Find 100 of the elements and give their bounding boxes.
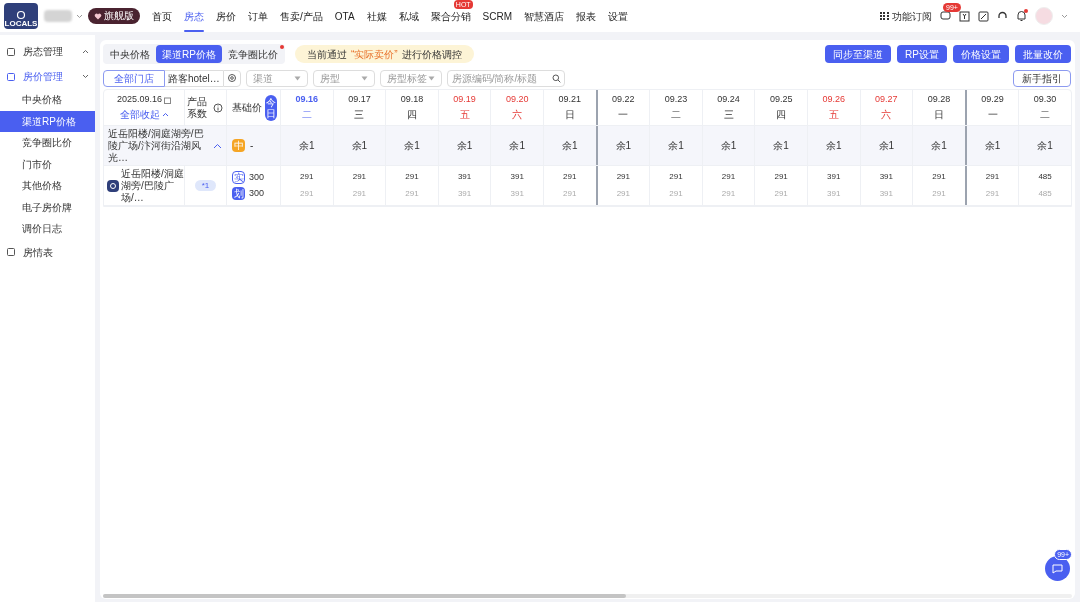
stock-count: 余1 xyxy=(299,139,315,153)
day-date: 09.27 xyxy=(875,93,898,107)
sidebar-subitem[interactable]: 中央价格 xyxy=(0,89,95,111)
today-button[interactable]: 今日 xyxy=(265,94,277,121)
sidebar-subitem[interactable]: 竞争圈比价 xyxy=(0,132,95,154)
settings-icon[interactable] xyxy=(226,73,237,83)
guide-button[interactable]: 新手指引 xyxy=(1013,69,1071,87)
nav-tab[interactable]: 报表 xyxy=(570,9,603,23)
day-date: 09.25 xyxy=(769,93,793,107)
heart-icon xyxy=(94,12,102,20)
day-date: 09.21 xyxy=(558,93,582,107)
actual-price: 485 xyxy=(1038,171,1052,183)
sidebar-subitem[interactable]: 电子房价牌 xyxy=(0,196,95,218)
sidebar-item[interactable]: 房价管理 xyxy=(0,64,95,89)
action-button[interactable]: 同步至渠道 xyxy=(825,45,892,63)
nav-tab[interactable]: 社媒 xyxy=(360,9,393,23)
subscribe-link[interactable]: 功能订阅 xyxy=(892,8,932,24)
day-date: 09.24 xyxy=(717,93,740,107)
chevron-down-icon[interactable] xyxy=(76,13,83,19)
chevron-icon[interactable] xyxy=(213,142,222,149)
bell-icon[interactable] xyxy=(1016,10,1027,22)
price-type-tag: 划 xyxy=(232,187,245,201)
account-name-blurred xyxy=(44,10,72,22)
sidebar-subitem[interactable]: 其他价格 xyxy=(0,175,95,197)
price-tab[interactable]: 竞争圈比价 xyxy=(221,45,284,63)
stock-count: 余1 xyxy=(720,139,737,153)
chevron-up-icon xyxy=(161,111,169,117)
caret-icon xyxy=(427,75,435,81)
actual-price: 291 xyxy=(616,171,631,183)
store-select[interactable]: 路客hotel… xyxy=(165,69,223,87)
day-weekday: 五 xyxy=(459,107,470,122)
sidebar-subitem[interactable]: 门市价 xyxy=(0,153,95,175)
column-header: 产品系数 xyxy=(187,95,208,120)
sidebar-subitem[interactable]: 调价日志 xyxy=(0,218,95,240)
menu-item-icon xyxy=(6,247,16,257)
edit-icon[interactable] xyxy=(978,10,989,22)
day-weekday: 三 xyxy=(723,107,734,122)
search-field[interactable]: 房源编码/简称/标题 xyxy=(446,69,565,87)
base-price: 300 xyxy=(249,170,265,184)
nav-tab[interactable]: OTA xyxy=(328,9,361,23)
day-date: 09.20 xyxy=(505,93,529,107)
day-weekday: 二 xyxy=(670,107,681,122)
day-date: 09.29 xyxy=(981,93,1004,107)
tag-badge: 中 xyxy=(232,139,245,152)
caret-icon xyxy=(360,75,368,81)
day-weekday: 六 xyxy=(512,107,523,122)
price-tab[interactable]: 中央价格 xyxy=(104,45,156,63)
plan-badge: 旗舰版 xyxy=(88,8,140,24)
sidebar-item[interactable]: 房态管理 xyxy=(0,39,95,64)
price-tab[interactable]: 渠道RP价格 xyxy=(156,45,222,63)
nav-tab[interactable]: SCRM xyxy=(476,9,519,23)
actual-price: 391 xyxy=(457,171,472,183)
day-date: 09.28 xyxy=(927,93,951,107)
day-date: 09.19 xyxy=(453,93,476,107)
grid-icon[interactable] xyxy=(880,12,889,20)
chat-button[interactable] xyxy=(1045,556,1070,581)
calendar-icon[interactable] xyxy=(164,96,171,104)
nav-tab[interactable]: 设置 xyxy=(602,9,635,23)
sidebar-item[interactable]: 房情表 xyxy=(0,239,95,265)
strike-price: 291 xyxy=(300,188,314,200)
day-weekday: 四 xyxy=(776,107,787,122)
stock-count: 余1 xyxy=(562,139,578,153)
collapse-all-link[interactable]: 全部收起 xyxy=(119,106,160,122)
nav-tab[interactable]: 房态 xyxy=(178,9,210,23)
day-weekday: 四 xyxy=(407,107,417,122)
actual-price: 391 xyxy=(827,171,841,183)
store-all-button[interactable]: 全部门店 xyxy=(103,69,165,87)
nav-tab[interactable]: 房价 xyxy=(210,9,242,23)
strike-price: 391 xyxy=(457,188,472,200)
actual-price: 291 xyxy=(563,171,577,183)
action-button[interactable]: RP设置 xyxy=(897,45,947,63)
horizontal-scrollbar[interactable] xyxy=(103,594,1072,598)
action-button[interactable]: 批量改价 xyxy=(1015,45,1071,63)
day-weekday: 二 xyxy=(1040,107,1051,122)
nav-tab[interactable]: 售卖/产品 xyxy=(274,9,329,23)
nav-tab[interactable]: 首页 xyxy=(146,9,178,23)
action-button[interactable]: 价格设置 xyxy=(953,45,1009,63)
message-icon[interactable] xyxy=(940,11,951,21)
stock-count: 余1 xyxy=(1037,139,1053,153)
actual-price: 291 xyxy=(932,171,946,183)
logo: LOCALS xyxy=(4,3,38,29)
day-weekday: 二 xyxy=(301,107,312,122)
chevron-down-icon[interactable] xyxy=(1061,13,1068,19)
day-weekday: 一 xyxy=(618,107,629,122)
stock-count: 余1 xyxy=(825,139,842,153)
sidebar-subitem[interactable]: 渠道RP价格 xyxy=(0,110,95,132)
actual-price: 291 xyxy=(405,171,419,183)
day-weekday: 六 xyxy=(881,107,892,122)
info-icon[interactable] xyxy=(213,102,223,113)
strike-price: 291 xyxy=(616,188,631,200)
nav-tab[interactable]: 聚合分销 xyxy=(424,9,477,23)
base-price: 300 xyxy=(249,187,265,200)
nav-tab[interactable]: 订单 xyxy=(242,9,274,23)
price-type-tag: 实 xyxy=(232,170,245,184)
stock-count: 余1 xyxy=(456,139,473,153)
day-weekday: 三 xyxy=(354,107,365,122)
strike-price: 485 xyxy=(1038,188,1052,200)
nav-tab[interactable]: 智慧酒店 xyxy=(518,9,571,23)
strike-price: 291 xyxy=(669,188,683,200)
nav-tab[interactable]: 私域 xyxy=(392,9,425,23)
